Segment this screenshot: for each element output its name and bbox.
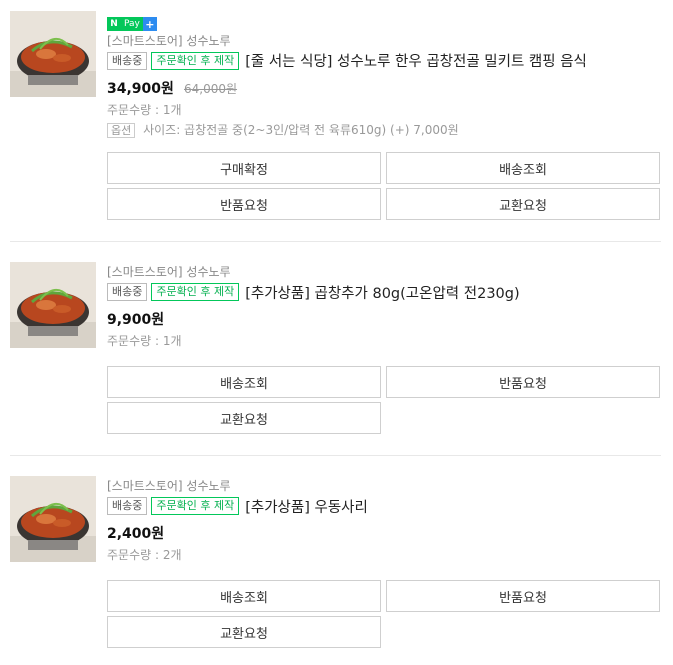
option-text: 사이즈: 곱창전골 중(2~3인/압력 전 육류610g) (+) 7,000원 bbox=[143, 122, 459, 137]
status-badge: 배송중 bbox=[107, 497, 148, 515]
option-info: 옵션 사이즈: 곱창전골 중(2~3인/압력 전 육류610g) (+) 7,0… bbox=[107, 120, 661, 140]
product-image[interactable] bbox=[10, 476, 96, 562]
return-request-button[interactable]: 반품요청 bbox=[386, 580, 660, 612]
product-title[interactable]: [추가상품] 우동사리 bbox=[245, 496, 368, 517]
pay-label: Pay bbox=[121, 17, 143, 31]
naver-pay-badge: N Pay + bbox=[107, 17, 157, 32]
quantity: 주문수량 : 1개 bbox=[107, 102, 182, 117]
return-request-button[interactable]: 반품요청 bbox=[386, 366, 660, 398]
return-request-button[interactable]: 반품요청 bbox=[107, 188, 381, 220]
made-to-order-badge: 주문확인 후 제작 bbox=[151, 283, 240, 301]
store-name[interactable]: [스마트스토어] 성수노루 bbox=[107, 32, 661, 50]
exchange-request-button[interactable]: 교환요청 bbox=[107, 402, 381, 434]
exchange-request-button[interactable]: 교환요청 bbox=[107, 616, 381, 648]
product-title[interactable]: [줄 서는 식당] 성수노루 한우 곱창전골 밀키트 캠핑 음식 bbox=[245, 50, 587, 71]
track-delivery-button[interactable]: 배송조회 bbox=[107, 580, 381, 612]
store-name[interactable]: [스마트스토어] 성수노루 bbox=[107, 263, 661, 281]
divider bbox=[10, 455, 661, 456]
status-badge: 배송중 bbox=[107, 283, 148, 301]
track-delivery-button[interactable]: 배송조회 bbox=[107, 366, 381, 398]
status-badge: 배송중 bbox=[107, 51, 148, 70]
quantity: 주문수량 : 1개 bbox=[107, 334, 182, 348]
price: 2,400원 bbox=[107, 526, 165, 542]
price: 9,900원 bbox=[107, 312, 165, 328]
made-to-order-badge: 주문확인 후 제작 bbox=[151, 497, 240, 515]
divider bbox=[10, 241, 661, 242]
exchange-request-button[interactable]: 교환요청 bbox=[386, 188, 660, 220]
plus-icon: + bbox=[142, 17, 157, 31]
product-title[interactable]: [추가상품] 곱창추가 80g(고온압력 전230g) bbox=[245, 282, 519, 303]
store-name[interactable]: [스마트스토어] 성수노루 bbox=[107, 477, 661, 495]
product-image[interactable] bbox=[10, 11, 96, 97]
track-delivery-button[interactable]: 배송조회 bbox=[386, 152, 660, 184]
purchase-confirm-button[interactable]: 구매확정 bbox=[107, 152, 381, 184]
quantity: 주문수량 : 2개 bbox=[107, 548, 182, 562]
original-price: 64,000원 bbox=[184, 81, 238, 96]
naver-n-icon: N bbox=[107, 17, 121, 31]
made-to-order-badge: 주문확인 후 제작 bbox=[151, 51, 240, 70]
option-label: 옵션 bbox=[107, 122, 136, 138]
product-image[interactable] bbox=[10, 262, 96, 348]
price: 34,900원 bbox=[107, 80, 174, 97]
